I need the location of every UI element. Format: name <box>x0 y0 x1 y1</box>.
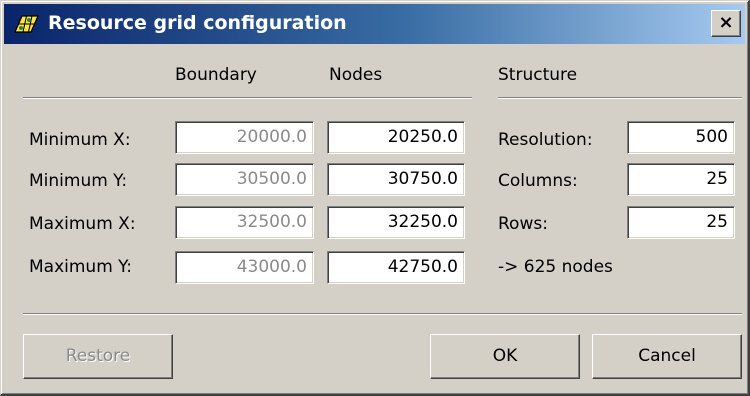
nodes-max-x-field[interactable]: 32250.0 <box>327 206 465 239</box>
columns-field[interactable]: 25 <box>627 163 735 196</box>
resource-grid-icon <box>14 15 39 33</box>
header-nodes: Nodes <box>329 65 383 85</box>
window-title: Resource grid configuration <box>48 12 347 34</box>
resolution-label: Resolution: <box>498 130 593 150</box>
ok-button[interactable]: OK <box>430 334 580 379</box>
row-label-max-x: Maximum X: <box>29 214 136 234</box>
close-button[interactable]: × <box>711 10 741 37</box>
row-label-min-y: Minimum Y: <box>29 171 128 191</box>
resolution-field[interactable]: 500 <box>627 121 735 154</box>
boundary-max-y-field[interactable]: 43000.0 <box>175 251 314 284</box>
restore-button[interactable]: Restore <box>23 334 173 379</box>
nodes-min-x-field[interactable]: 20250.0 <box>327 121 465 154</box>
header-separator-right <box>498 97 742 99</box>
nodes-min-y-field[interactable]: 30750.0 <box>327 163 465 196</box>
rows-field[interactable]: 25 <box>627 206 735 239</box>
footer-separator <box>23 313 742 315</box>
cancel-button[interactable]: Cancel <box>592 334 742 379</box>
columns-label: Columns: <box>498 171 578 191</box>
rows-label: Rows: <box>498 214 548 234</box>
boundary-min-y-field[interactable]: 30500.0 <box>175 163 314 196</box>
nodes-max-y-field[interactable]: 42750.0 <box>327 251 465 284</box>
row-label-min-x: Minimum X: <box>29 130 131 150</box>
header-separator-left <box>23 97 472 99</box>
node-count-summary: -> 625 nodes <box>498 257 613 277</box>
row-label-max-y: Maximum Y: <box>29 257 133 277</box>
title-bar[interactable]: Resource grid configuration × <box>4 4 745 44</box>
dialog-window: Resource grid configuration × Boundary N… <box>0 0 750 396</box>
boundary-max-x-field[interactable]: 32500.0 <box>175 206 314 239</box>
header-structure: Structure <box>498 65 578 85</box>
header-boundary: Boundary <box>175 65 257 85</box>
boundary-min-x-field[interactable]: 20000.0 <box>175 121 314 154</box>
close-icon: × <box>718 12 734 33</box>
